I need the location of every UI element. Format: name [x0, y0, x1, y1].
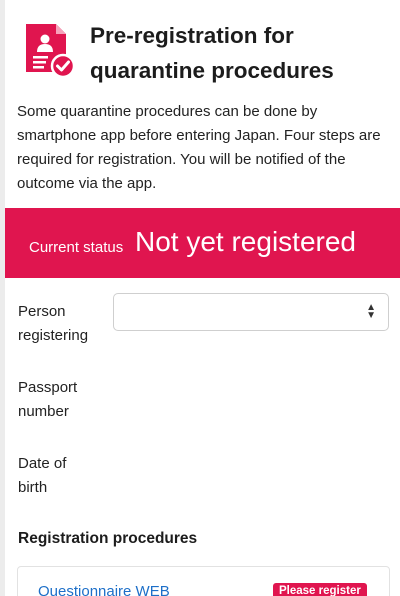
person-label-line2: registering — [18, 327, 89, 344]
person-label-line1: Person — [18, 303, 66, 320]
page-header: Pre-registration for quarantine procedur… — [24, 18, 384, 88]
passport-label-line1: Passport — [18, 379, 78, 396]
left-border — [0, 0, 5, 596]
registration-form-check-icon — [26, 24, 76, 78]
status-banner: Current status Not yet registered — [5, 208, 400, 278]
procedure-card-questionnaire: Questionnaire WEB Please register — [17, 566, 390, 596]
status-label: Current status — [29, 239, 124, 256]
passport-number-label: Passport number — [18, 376, 118, 424]
passport-label-line2: number — [18, 403, 69, 420]
dob-label-line2: birth — [18, 479, 48, 496]
questionnaire-web-link[interactable]: Questionnaire WEB — [38, 583, 170, 596]
select-arrows-icon: ▲ ▼ — [366, 302, 376, 321]
registration-procedures-title: Registration procedures — [18, 530, 198, 547]
page-title: Pre-registration for quarantine procedur… — [90, 23, 334, 83]
date-of-birth-label: Date of birth — [18, 452, 118, 500]
please-register-badge: Please register — [273, 583, 367, 596]
person-registering-select[interactable]: ▲ ▼ — [113, 293, 389, 331]
status-value: Not yet registered — [135, 226, 356, 257]
person-registering-label: Person registering — [18, 300, 118, 348]
dob-label-line1: Date of — [18, 455, 67, 472]
intro-text: Some quarantine procedures can be done b… — [17, 103, 381, 192]
